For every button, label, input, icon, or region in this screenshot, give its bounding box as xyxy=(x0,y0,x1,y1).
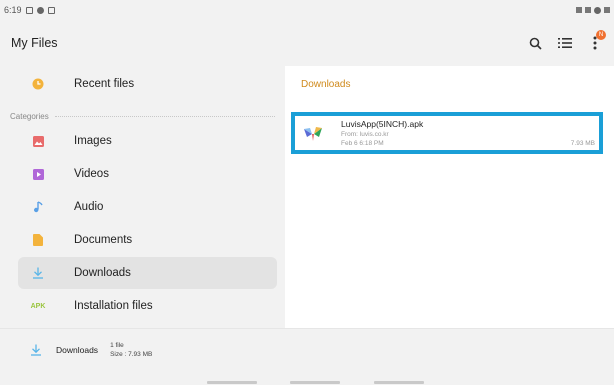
content-title: Downloads xyxy=(301,79,351,90)
recent-apps-button[interactable] xyxy=(207,381,257,384)
download-icon xyxy=(31,344,41,356)
divider xyxy=(54,115,275,117)
new-badge: N xyxy=(596,30,606,40)
status-time: 6:19 xyxy=(4,5,22,15)
more-options-button[interactable]: N xyxy=(587,30,606,51)
clock-icon xyxy=(18,78,58,90)
file-date: Feb 6 6:18 PM xyxy=(341,140,384,147)
app-notification-icon xyxy=(36,6,44,14)
mute-icon xyxy=(576,7,582,13)
app-logo-icon xyxy=(304,127,322,141)
music-note-icon xyxy=(18,201,58,213)
footer-folder-name: Downloads xyxy=(56,344,99,355)
status-bar: 6:19 xyxy=(0,0,614,20)
search-button[interactable] xyxy=(527,35,543,51)
sidebar-item-documents[interactable]: Documents xyxy=(18,224,277,256)
footer-file-count: 1 file xyxy=(110,341,124,349)
sidebar-item-recent-files[interactable]: Recent files xyxy=(18,68,277,100)
file-size: 7.93 MB xyxy=(570,140,595,147)
alarm-icon xyxy=(594,6,601,14)
status-bar-left: 6:19 xyxy=(4,5,55,15)
footer-size: Size : 7.93 MB xyxy=(110,350,153,358)
document-icon xyxy=(18,234,58,246)
app-title: My Files xyxy=(11,36,58,50)
apk-icon-text: APK xyxy=(30,302,46,310)
image-icon xyxy=(18,135,58,147)
header-actions: N xyxy=(527,30,606,51)
file-item[interactable]: LuvisApp(5INCH).apk From: luvis.co.kr Fe… xyxy=(291,112,603,154)
content-pane: Downloads LuvisApp(5INCH).apk From: luvi… xyxy=(285,66,614,328)
sidebar-item-label: Images xyxy=(74,135,112,147)
categories-header: Categories xyxy=(10,109,275,123)
file-source: From: luvis.co.kr xyxy=(341,131,389,138)
back-button[interactable] xyxy=(374,381,424,384)
status-bar-right xyxy=(576,6,610,14)
sidebar-item-downloads[interactable]: Downloads xyxy=(18,257,277,289)
categories-label: Categories xyxy=(10,111,49,121)
search-icon xyxy=(529,37,542,50)
sidebar-item-label: Audio xyxy=(74,201,104,213)
app-header: My Files N xyxy=(0,20,614,66)
sidebar-item-label: Downloads xyxy=(74,267,131,279)
footer-summary: Downloads 1 file Size : 7.93 MB xyxy=(0,328,614,370)
home-button[interactable] xyxy=(290,381,340,384)
sidebar-item-images[interactable]: Images xyxy=(18,125,277,157)
video-icon xyxy=(18,168,58,180)
sidebar-item-label: Documents xyxy=(74,234,133,246)
list-view-icon xyxy=(558,38,572,48)
gallery-notification-icon xyxy=(25,6,33,14)
file-name: LuvisApp(5INCH).apk xyxy=(341,119,424,129)
apk-icon: APK xyxy=(18,303,58,310)
sidebar: Recent files Categories Images Videos Au… xyxy=(0,66,285,328)
system-nav-bar xyxy=(0,370,614,385)
battery-icon xyxy=(604,7,610,13)
wifi-icon xyxy=(585,7,591,13)
sidebar-item-label: Installation files xyxy=(74,300,153,312)
sidebar-item-videos[interactable]: Videos xyxy=(18,158,277,190)
screenshot-notification-icon xyxy=(47,6,55,14)
footer-meta: 1 file Size : 7.93 MB xyxy=(110,341,152,359)
sidebar-item-label: Recent files xyxy=(74,78,135,90)
download-icon xyxy=(18,267,58,279)
sidebar-item-installation-files[interactable]: APK Installation files xyxy=(18,290,277,322)
list-view-button[interactable] xyxy=(557,35,573,51)
sidebar-item-audio[interactable]: Audio xyxy=(18,191,277,223)
sidebar-item-label: Videos xyxy=(74,168,109,180)
